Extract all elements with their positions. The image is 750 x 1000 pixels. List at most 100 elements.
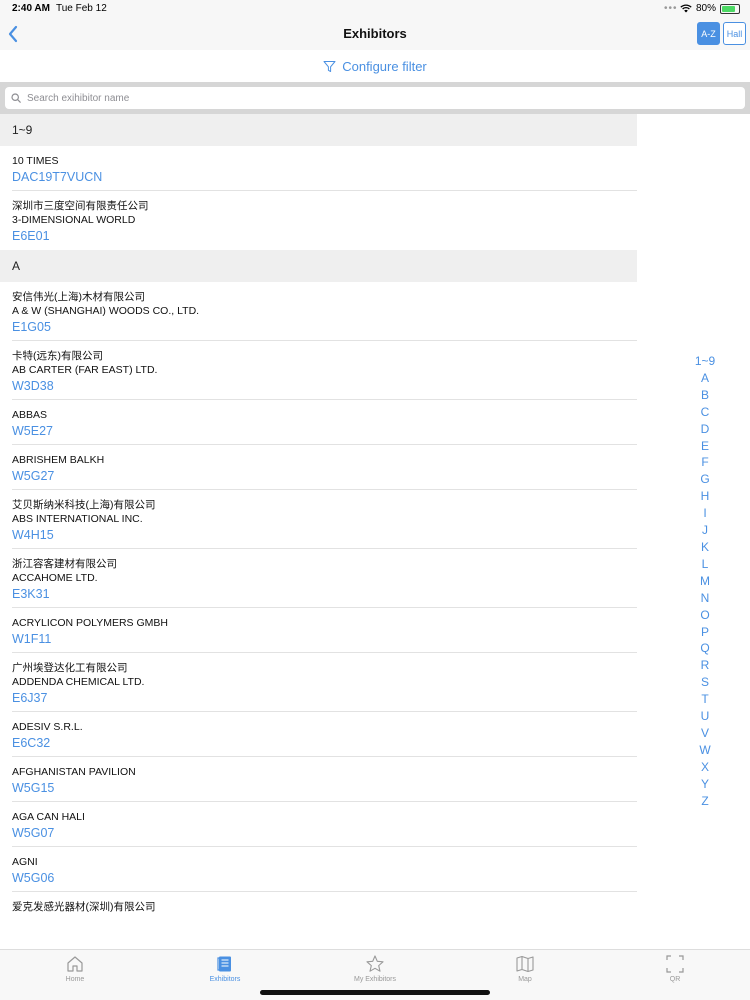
exhibitor-name: ABBAS (12, 409, 48, 421)
exhibitor-name: AGNI (12, 856, 38, 868)
alphabet-index[interactable]: 1~9 A B C D E F G H I J K L M N O P Q R S T U V W X Y Z (688, 353, 722, 809)
book-icon (217, 956, 231, 972)
exhibitor-row[interactable]: 深圳市三度空间有限责任公司 3-DIMENSIONAL WORLD E6E01 (0, 191, 637, 250)
exhibitor-row[interactable]: 卡特(远东)有限公司 AB CARTER (FAR EAST) LTD. W3D38 (0, 341, 637, 400)
star-icon (366, 955, 384, 972)
booth-code: E3K31 (12, 587, 50, 601)
configure-filter-button[interactable]: Configure filter (0, 50, 750, 82)
wifi-icon (680, 4, 692, 13)
exhibitor-row[interactable]: 广州埃登达化工有限公司 ADDENDA CHEMICAL LTD. E6J37 (0, 653, 637, 712)
exhibitor-name-secondary: ADDENDA CHEMICAL LTD. (12, 676, 145, 688)
booth-code: W5G15 (12, 781, 55, 795)
index-letter[interactable]: A (701, 370, 709, 387)
exhibitor-row[interactable]: ABRISHEM BALKH W5G27 (0, 445, 637, 490)
index-letter[interactable]: I (703, 505, 706, 522)
exhibitor-name: AGA CAN HALI (12, 811, 85, 823)
index-letter[interactable]: M (700, 573, 710, 590)
booth-code: W5G06 (12, 871, 55, 885)
section-header: 1~9 (0, 114, 637, 146)
exhibitor-name-secondary: A & W (SHANGHAI) WOODS CO., LTD. (12, 305, 200, 317)
exhibitor-row[interactable]: AFGHANISTAN PAVILION W5G15 (0, 757, 637, 802)
battery-percent: 80% (695, 3, 716, 14)
exhibitor-name: AFGHANISTAN PAVILION (12, 766, 136, 778)
multitasking-dots-icon: ••• (664, 3, 678, 14)
index-letter[interactable]: B (701, 387, 709, 404)
tab-label: Exhibitors (209, 976, 241, 983)
index-letter[interactable]: C (701, 404, 710, 421)
sort-hall-button[interactable]: Hall (723, 22, 746, 45)
exhibitor-name: 浙江容客建材有限公司 (12, 558, 117, 570)
app-window: 2:40 AM Tue Feb 12 ••• 80% Exhibitors A-… (0, 0, 750, 1000)
index-letter[interactable]: Q (700, 640, 709, 657)
exhibitor-row[interactable]: 爱克发感光器材(深圳)有限公司 (0, 892, 637, 920)
booth-code: W3D38 (12, 379, 54, 393)
booth-code: E1G05 (12, 320, 51, 334)
exhibitor-row[interactable]: 10 TIMES DAC19T7VUCN (0, 146, 637, 191)
tab-qr[interactable]: QR (630, 954, 720, 983)
tab-exhibitors[interactable]: Exhibitors (180, 954, 270, 983)
section-header: A (0, 250, 637, 282)
page-title: Exhibitors (343, 26, 407, 41)
battery-icon (720, 3, 740, 14)
booth-code: E6C32 (12, 736, 51, 750)
index-letter[interactable]: X (701, 759, 709, 776)
exhibitor-name: 广州埃登达化工有限公司 (12, 662, 128, 674)
search-icon (11, 93, 21, 103)
index-letter[interactable]: 1~9 (695, 353, 715, 370)
index-letter[interactable]: K (701, 539, 709, 556)
tab-map[interactable]: Map (480, 954, 570, 983)
map-icon (516, 955, 534, 973)
index-letter[interactable]: P (701, 624, 709, 641)
exhibitor-row[interactable]: ACRYLICON POLYMERS GMBH W1F11 (0, 608, 637, 653)
tab-home[interactable]: Home (30, 954, 120, 983)
exhibitor-row[interactable]: AGA CAN HALI W5G07 (0, 802, 637, 847)
index-letter[interactable]: W (699, 742, 710, 759)
exhibitor-name: 安信伟光(上海)木材有限公司 (12, 291, 145, 303)
exhibitor-name-secondary: AB CARTER (FAR EAST) LTD. (12, 364, 158, 376)
index-letter[interactable]: H (701, 488, 710, 505)
navigation-bar: Exhibitors A-Z Hall (0, 18, 750, 50)
tab-my-exhibitors[interactable]: My Exhibitors (330, 954, 420, 983)
index-letter[interactable]: Y (701, 776, 709, 793)
exhibitor-row[interactable]: ADESIV S.R.L. E6C32 (0, 712, 637, 757)
exhibitor-name: 艾贝斯纳米科技(上海)有限公司 (12, 499, 156, 511)
configure-filter-label: Configure filter (342, 58, 427, 74)
exhibitor-row[interactable]: 安信伟光(上海)木材有限公司 A & W (SHANGHAI) WOODS CO.… (0, 282, 637, 341)
index-letter[interactable]: J (702, 522, 708, 539)
index-letter[interactable]: D (701, 421, 710, 438)
index-letter[interactable]: Z (701, 793, 708, 810)
index-letter[interactable]: T (701, 691, 708, 708)
exhibitor-row[interactable]: ABBAS W5E27 (0, 400, 637, 445)
booth-code: DAC19T7VUCN (12, 170, 103, 184)
tab-label: My Exhibitors (353, 976, 396, 983)
status-right: 80% (680, 3, 740, 14)
filter-icon (323, 60, 336, 72)
tab-label: Map (518, 976, 532, 983)
exhibitor-row[interactable]: 艾贝斯纳米科技(上海)有限公司 ABS INTERNATIONAL INC. W4H… (0, 490, 637, 549)
exhibitor-row[interactable]: AGNI W5G06 (0, 847, 637, 892)
exhibitor-name: ABRISHEM BALKH (12, 454, 105, 466)
exhibitor-name: 10 TIMES (12, 155, 59, 167)
index-letter[interactable]: U (701, 708, 710, 725)
index-letter[interactable]: R (701, 657, 710, 674)
index-letter[interactable]: E (701, 438, 709, 455)
status-date: Tue Feb 12 (56, 3, 107, 14)
index-letter[interactable]: V (701, 725, 709, 742)
index-letter[interactable]: O (700, 607, 709, 624)
home-indicator (260, 990, 490, 995)
index-letter[interactable]: S (701, 674, 709, 691)
booth-code: W1F11 (12, 632, 52, 646)
index-letter[interactable]: L (702, 556, 709, 573)
booth-code: E6E01 (12, 229, 50, 243)
index-letter[interactable]: G (700, 471, 709, 488)
index-letter[interactable]: F (701, 454, 708, 471)
search-bar (0, 82, 750, 114)
exhibitor-list[interactable]: 1~9 10 TIMES DAC19T7VUCN 深圳市三度空间有限责任公司 3-DIM… (0, 114, 637, 949)
exhibitor-row[interactable]: 浙江容客建材有限公司 ACCAHOME LTD. E3K31 (0, 549, 637, 608)
exhibitor-name: ACRYLICON POLYMERS GMBH (12, 617, 168, 629)
search-input[interactable] (27, 92, 717, 104)
sort-az-button[interactable]: A-Z (697, 22, 720, 45)
index-letter[interactable]: N (701, 590, 710, 607)
home-icon (67, 956, 83, 972)
qr-scan-icon (666, 955, 684, 973)
